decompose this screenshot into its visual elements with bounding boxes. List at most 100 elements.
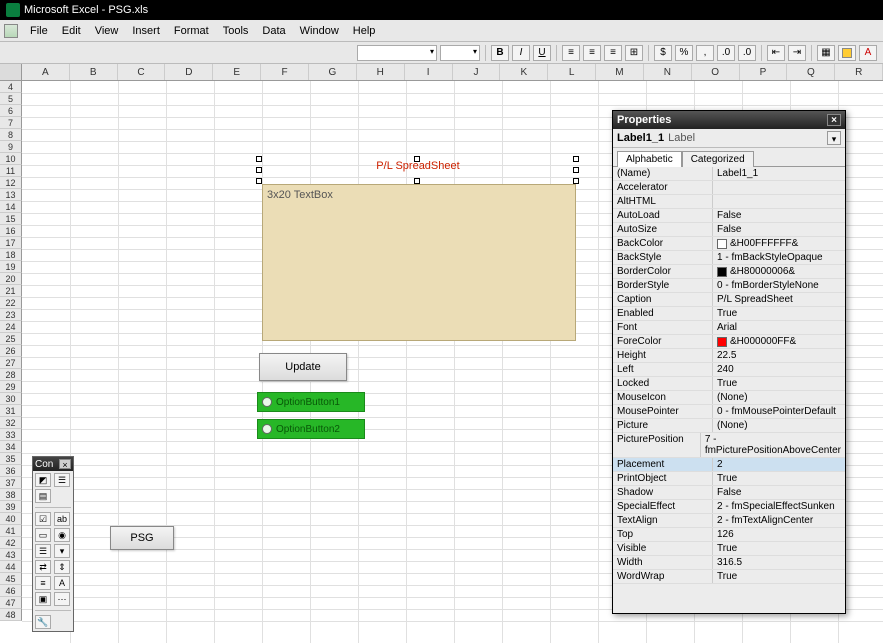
row-24[interactable]: 24 (0, 321, 22, 333)
prop-row-forecolor[interactable]: ForeColor&H000000FF& (613, 335, 845, 349)
prop-row-autosize[interactable]: AutoSizeFalse (613, 223, 845, 237)
psg-button[interactable]: PSG (110, 526, 174, 550)
textbox-icon[interactable]: ab (54, 512, 70, 526)
prop-value[interactable]: Arial (713, 321, 845, 334)
menu-insert[interactable]: Insert (126, 23, 166, 39)
prop-value[interactable]: 126 (713, 528, 845, 541)
prop-row-backcolor[interactable]: BackColor&H00FFFFFF& (613, 237, 845, 251)
col-D[interactable]: D (165, 64, 213, 80)
menu-data[interactable]: Data (256, 23, 291, 39)
indent-out-button[interactable]: ⇤ (767, 45, 785, 61)
more-controls-icon[interactable]: ⋯ (54, 592, 70, 606)
prop-row-althtml[interactable]: AltHTML (613, 195, 845, 209)
col-F[interactable]: F (261, 64, 309, 80)
selection-handle-w[interactable] (256, 167, 262, 173)
col-L[interactable]: L (548, 64, 596, 80)
prop-row-left[interactable]: Left240 (613, 363, 845, 377)
properties-window[interactable]: Properties × Label1_1 Label ▾ Alphabetic… (612, 110, 846, 614)
col-P[interactable]: P (740, 64, 788, 80)
option-button-1[interactable]: OptionButton1 (257, 392, 365, 412)
prop-value[interactable]: 0 - fmBorderStyleNone (713, 279, 845, 292)
row-10[interactable]: 10 (0, 153, 22, 165)
font-dropdown[interactable] (357, 45, 437, 61)
col-I[interactable]: I (405, 64, 453, 80)
menu-format[interactable]: Format (168, 23, 215, 39)
prop-row-pictureposition[interactable]: PicturePosition7 - fmPicturePositionAbov… (613, 433, 845, 458)
fill-color-button[interactable] (838, 45, 856, 61)
font-color-button[interactable]: A (859, 45, 877, 61)
design-mode-icon[interactable]: ◩ (35, 473, 51, 487)
prop-row-name[interactable]: (Name)Label1_1 (613, 167, 845, 181)
indent-in-button[interactable]: ⇥ (788, 45, 806, 61)
prop-value[interactable]: False (713, 223, 845, 236)
menu-file[interactable]: File (24, 23, 54, 39)
prop-row-bordercolor[interactable]: BorderColor&H80000006& (613, 265, 845, 279)
prop-value[interactable]: 1 - fmBackStyleOpaque (713, 251, 845, 264)
row-39[interactable]: 39 (0, 501, 22, 513)
col-K[interactable]: K (500, 64, 548, 80)
togglebutton-icon[interactable]: ⇄ (35, 560, 51, 574)
properties-grid[interactable]: (Name)Label1_1AcceleratorAltHTMLAutoLoad… (613, 167, 845, 601)
row-30[interactable]: 30 (0, 393, 22, 405)
chevron-down-icon[interactable]: ▾ (827, 131, 841, 145)
prop-value[interactable]: 2 (713, 458, 845, 471)
menu-edit[interactable]: Edit (56, 23, 87, 39)
row-7[interactable]: 7 (0, 117, 22, 129)
prop-value[interactable]: &H000000FF& (713, 335, 845, 348)
align-right-button[interactable]: ≡ (604, 45, 622, 61)
prop-row-top[interactable]: Top126 (613, 528, 845, 542)
col-R[interactable]: R (835, 64, 883, 80)
row-19[interactable]: 19 (0, 261, 22, 273)
prop-row-backstyle[interactable]: BackStyle1 - fmBackStyleOpaque (613, 251, 845, 265)
align-left-button[interactable]: ≡ (562, 45, 580, 61)
prop-value[interactable]: False (713, 209, 845, 222)
update-button[interactable]: Update (259, 353, 347, 381)
prop-value[interactable]: 316.5 (713, 556, 845, 569)
prop-row-mousepointer[interactable]: MousePointer0 - fmMousePointerDefault (613, 405, 845, 419)
row-36[interactable]: 36 (0, 465, 22, 477)
row-31[interactable]: 31 (0, 405, 22, 417)
row-16[interactable]: 16 (0, 225, 22, 237)
prop-row-shadow[interactable]: ShadowFalse (613, 486, 845, 500)
menu-tools[interactable]: Tools (217, 23, 255, 39)
scrollbar-icon[interactable]: ≡ (35, 576, 51, 590)
col-O[interactable]: O (692, 64, 740, 80)
row-18[interactable]: 18 (0, 249, 22, 261)
prop-row-height[interactable]: Height22.5 (613, 349, 845, 363)
col-A[interactable]: A (22, 64, 70, 80)
prop-row-accelerator[interactable]: Accelerator (613, 181, 845, 195)
row-12[interactable]: 12 (0, 177, 22, 189)
row-38[interactable]: 38 (0, 489, 22, 501)
prop-value[interactable]: (None) (713, 391, 845, 404)
prop-row-mouseicon[interactable]: MouseIcon(None) (613, 391, 845, 405)
prop-row-autoload[interactable]: AutoLoadFalse (613, 209, 845, 223)
menu-view[interactable]: View (89, 23, 125, 39)
selection-handle-n[interactable] (414, 156, 420, 162)
prop-value[interactable]: True (713, 542, 845, 555)
comma-button[interactable]: , (696, 45, 714, 61)
prop-value[interactable]: &H80000006& (713, 265, 845, 278)
control-toolbox[interactable]: Con × ◩ ☰ ▤ ☑ ab ▭ ◉ ☰ ▾ ⇄ ⇕ ≡ A ▣ ⋯ 🔧 (32, 456, 74, 632)
combobox-icon[interactable]: ▾ (54, 544, 70, 558)
prop-row-font[interactable]: FontArial (613, 321, 845, 335)
prop-value[interactable]: True (713, 570, 845, 583)
fontsize-dropdown[interactable] (440, 45, 480, 61)
row-32[interactable]: 32 (0, 417, 22, 429)
prop-row-enabled[interactable]: EnabledTrue (613, 307, 845, 321)
tab-categorized[interactable]: Categorized (682, 151, 754, 167)
menu-window[interactable]: Window (294, 23, 345, 39)
col-Q[interactable]: Q (787, 64, 835, 80)
spinbutton-icon[interactable]: ⇕ (54, 560, 70, 574)
checkbox-icon[interactable]: ☑ (35, 512, 51, 526)
prop-row-locked[interactable]: LockedTrue (613, 377, 845, 391)
option-button-2[interactable]: OptionButton2 (257, 419, 365, 439)
row-28[interactable]: 28 (0, 369, 22, 381)
row-22[interactable]: 22 (0, 297, 22, 309)
row-46[interactable]: 46 (0, 585, 22, 597)
row-15[interactable]: 15 (0, 213, 22, 225)
tab-alphabetic[interactable]: Alphabetic (617, 151, 682, 167)
row-41[interactable]: 41 (0, 525, 22, 537)
merge-button[interactable]: ⊞ (625, 45, 643, 61)
row-20[interactable]: 20 (0, 273, 22, 285)
row-8[interactable]: 8 (0, 129, 22, 141)
